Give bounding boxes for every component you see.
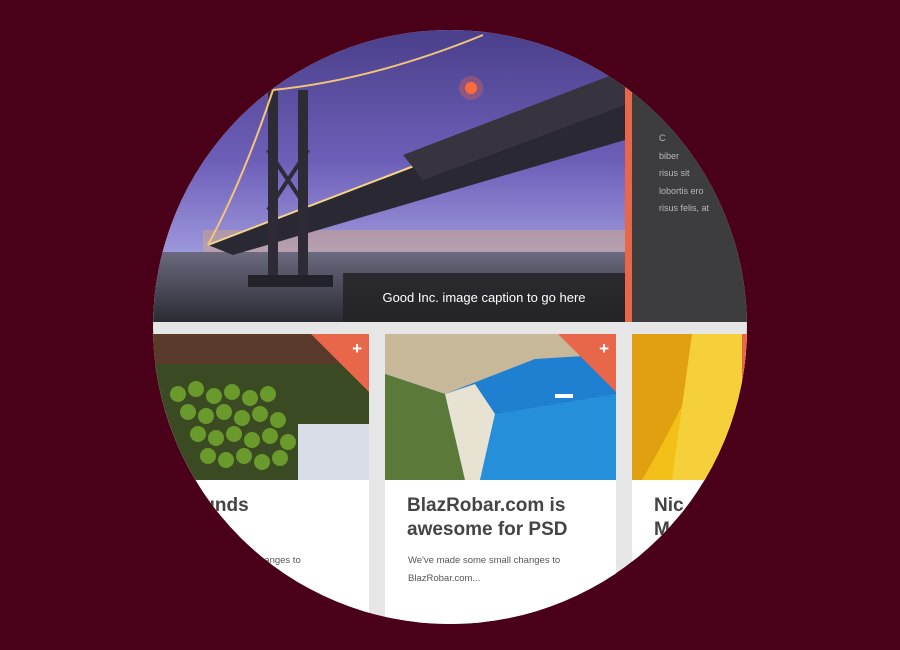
post-card[interactable]: + BlazRobar.com is awesome for PSD We've… bbox=[385, 334, 616, 624]
magnified-page: Good Inc. image caption to go here C bib… bbox=[153, 30, 747, 624]
card-excerpt-line: hanges to bbox=[259, 555, 301, 566]
card-excerpt: hanges to bbox=[161, 552, 361, 570]
card-title[interactable]: BlazRobar.com is awesome for PSD bbox=[407, 494, 607, 542]
plus-icon[interactable]: + bbox=[599, 339, 609, 359]
side-text-line: biber bbox=[659, 150, 680, 161]
card-title-line: M bbox=[654, 519, 670, 540]
card-title-line: & Sounds bbox=[160, 495, 249, 516]
plus-icon[interactable]: + bbox=[352, 339, 362, 359]
card-excerpt-line: We've made some small changes to bbox=[408, 555, 561, 566]
card-title[interactable]: & Sounds ailand bbox=[160, 494, 360, 542]
card-title-line: awesome for PSD bbox=[407, 519, 568, 540]
side-panel-text: C biber risus sit lobortis ero risus fel… bbox=[659, 130, 747, 218]
post-card[interactable]: + & Sounds ailand hanges to bbox=[153, 334, 369, 624]
side-text-line: C bbox=[659, 133, 666, 143]
side-text-line: risus felis, at bbox=[659, 203, 710, 213]
card-excerpt: We've made some small changes to BlazRob… bbox=[408, 552, 608, 587]
hero-caption: Good Inc. image caption to go here bbox=[343, 273, 625, 322]
card-thumbnail-yellow[interactable] bbox=[632, 334, 747, 480]
side-text-line: risus sit bbox=[659, 168, 690, 178]
circular-lens-viewport: Good Inc. image caption to go here C bib… bbox=[153, 30, 747, 624]
card-title-line: BlazRobar.com is bbox=[407, 495, 566, 516]
card-title-line: ailand bbox=[160, 519, 215, 540]
card-title-line: Nic bbox=[654, 495, 684, 516]
slide-accent-bar bbox=[625, 30, 632, 322]
card-title[interactable]: Nic M bbox=[654, 494, 747, 542]
post-card[interactable]: Nic M bbox=[632, 334, 747, 624]
side-text-line: lobortis ero bbox=[659, 185, 704, 196]
card-excerpt-line: BlazRobar.com... bbox=[408, 572, 481, 584]
